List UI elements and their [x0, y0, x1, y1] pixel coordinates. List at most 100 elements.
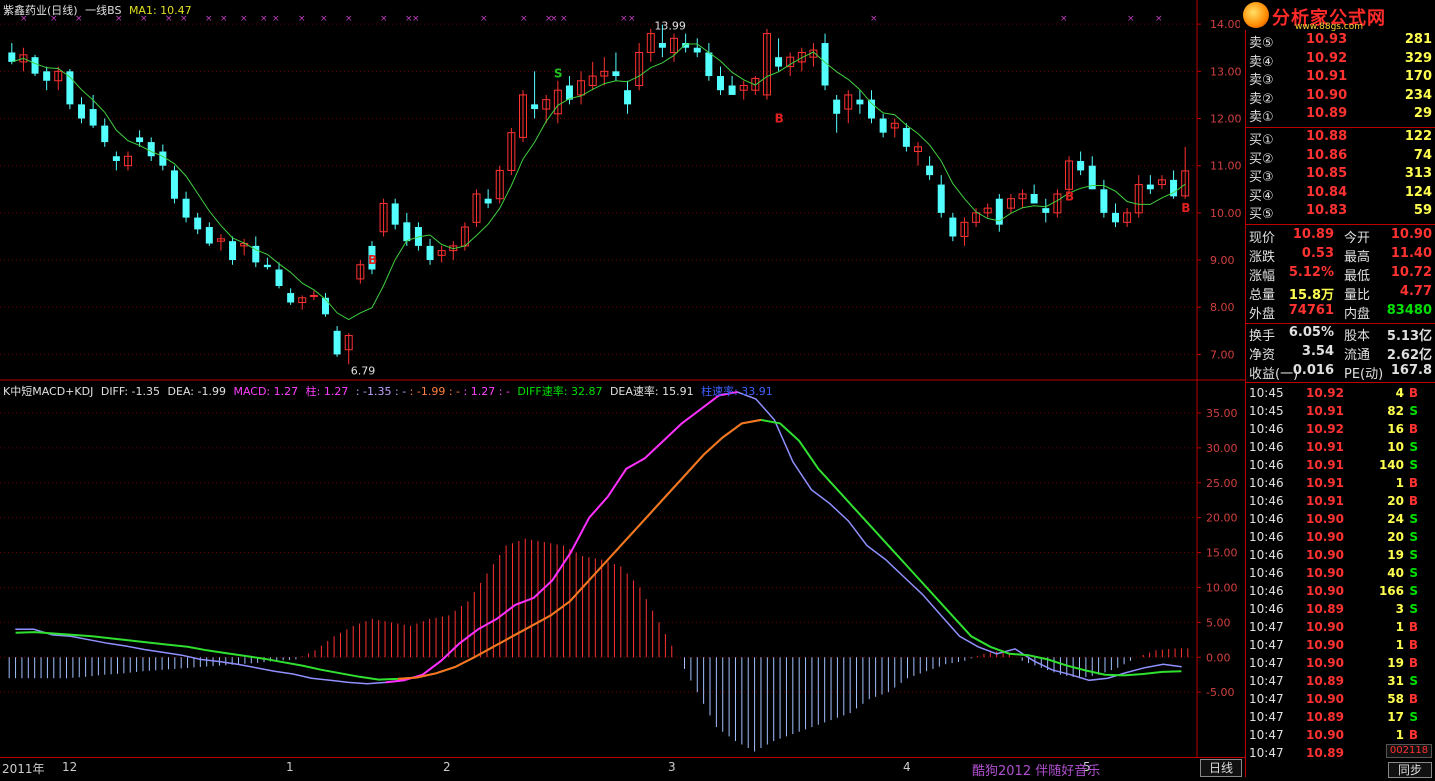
tick-side: B [1408, 476, 1418, 490]
tick-time: 10:46 [1249, 602, 1284, 616]
v1-value: : -1.35 [355, 385, 392, 398]
tick-volume: 31 [1387, 674, 1404, 688]
sell-price: 10.90 [1306, 87, 1348, 103]
macd-axis-label: 0.00 [1206, 651, 1231, 664]
tick-time: 10:46 [1249, 548, 1284, 562]
candle-body [205, 227, 213, 244]
candle-body [728, 85, 736, 95]
tick-row: 10:46 10.91 140 S [1246, 457, 1435, 475]
sell-label: 卖② [1249, 91, 1274, 107]
quote-row: 外盘 74761 内盘 83480 [1246, 303, 1435, 322]
candle-body [229, 241, 237, 261]
sell-label: 卖⑤ [1249, 36, 1274, 51]
event-marker: × [628, 14, 636, 24]
tick-row: 10:47 10.90 1 B [1246, 637, 1435, 655]
tick-time: 10:47 [1249, 692, 1284, 706]
macd-axis-label: 35.00 [1206, 407, 1238, 420]
logo-icon [1243, 2, 1269, 28]
tick-side: B [1408, 422, 1418, 436]
sync-button[interactable]: 同步 [1388, 762, 1432, 778]
buy-row[interactable]: 买⑤ 10.83 59 [1246, 203, 1435, 222]
signal-label: B [368, 253, 377, 267]
tick-time: 10:46 [1249, 476, 1284, 490]
dea-value: DEA: -1.99 [167, 385, 226, 398]
site-logo: 分析家公式网 www.88gs.com [1240, 0, 1435, 32]
sell-volume: 329 [1404, 50, 1432, 66]
quote-label: 最高 [1344, 250, 1371, 265]
macd-indicator-name: K中短MACD+KDJ [3, 385, 94, 398]
quote-label: 最低 [1344, 269, 1371, 284]
event-marker: × [520, 14, 528, 24]
candle-body [287, 293, 295, 303]
high-annotation: 13.99 [654, 20, 686, 33]
quote-label: 今开 [1344, 231, 1371, 246]
candle-body [136, 137, 144, 143]
tick-price: 10.92 [1306, 386, 1344, 400]
v3-value: : -1.99 [409, 385, 446, 398]
event-marker: × [550, 14, 558, 24]
quote-row: 涨幅 5.12% 最低 10.72 [1246, 265, 1435, 284]
event-marker: × [870, 14, 878, 24]
candle-body [624, 90, 632, 105]
sell-price: 10.93 [1306, 32, 1348, 47]
candle-body [484, 198, 492, 204]
macd-legend: K中短MACD+KDJ DIFF: -1.35 DEA: -1.99 MACD:… [3, 383, 777, 399]
tick-time: 10:46 [1249, 566, 1284, 580]
event-marker: × [412, 14, 420, 24]
tick-time: 10:47 [1249, 656, 1284, 670]
tick-row: 10:46 10.91 10 S [1246, 439, 1435, 457]
period-tab-daily[interactable]: 日线 [1200, 759, 1242, 777]
sell-row[interactable]: 卖① 10.89 29 [1246, 106, 1435, 125]
sell-row[interactable]: 卖④ 10.92 329 [1246, 50, 1435, 70]
buy-volume: 124 [1404, 184, 1432, 200]
tick-volume: 82 [1387, 404, 1404, 418]
buy-label: 买① [1249, 133, 1274, 148]
tick-row: 10:47 10.90 58 B [1246, 691, 1435, 709]
sell-price: 10.89 [1306, 106, 1348, 122]
candle-body [833, 99, 841, 114]
candle-body [1077, 160, 1085, 171]
buy-price: 10.88 [1306, 129, 1348, 144]
tick-volume: 10 [1387, 440, 1404, 454]
candle-body [89, 109, 97, 126]
tick-price: 10.89 [1306, 602, 1344, 616]
quote-label: 内盘 [1344, 307, 1371, 322]
tick-id-badge: 002118 [1386, 744, 1432, 758]
candle-body [868, 99, 876, 119]
dea-line [15, 418, 1182, 681]
buy-row[interactable]: 买③ 10.85 313 [1246, 166, 1435, 185]
tick-row: 10:46 10.90 19 S [1246, 547, 1435, 565]
tick-row: 10:46 10.92 16 B [1246, 421, 1435, 439]
candle-body [949, 217, 957, 237]
event-marker: × [220, 14, 228, 24]
macd-value: MACD: 1.27 [233, 385, 299, 398]
price-axis-label: 7.00 [1210, 348, 1235, 361]
event-marker: × [260, 14, 268, 24]
sell-row[interactable]: 卖③ 10.91 170 [1246, 69, 1435, 88]
buy-row[interactable]: 买④ 10.84 124 [1246, 184, 1435, 204]
diff-line [15, 391, 1182, 685]
tick-volume: 20 [1387, 530, 1404, 544]
sell-volume: 281 [1404, 32, 1432, 47]
tick-price: 10.89 [1306, 746, 1344, 760]
date-label-1: 1 [286, 760, 294, 774]
tick-price: 10.92 [1306, 422, 1344, 436]
candle-body [693, 47, 701, 53]
diff-speed: DIFF速率: 32.87 [517, 385, 603, 398]
fund-value: 0.016 [1292, 363, 1334, 378]
tick-side: B [1408, 386, 1418, 400]
candle-body [926, 165, 934, 176]
tick-row: 10:46 10.91 20 B [1246, 493, 1435, 511]
ma1-line [11, 43, 1186, 321]
tick-time: 10:45 [1249, 404, 1284, 418]
buy-row[interactable]: 买② 10.86 74 [1246, 148, 1435, 167]
buy-row[interactable]: 买① 10.88 122 [1246, 129, 1435, 148]
tick-time: 10:47 [1249, 620, 1284, 634]
sell-row[interactable]: 卖② 10.90 234 [1246, 87, 1435, 107]
quote-value: 74761 [1288, 303, 1334, 318]
dea-speed: DEA速率: 15.91 [609, 385, 694, 398]
quote-divider-2 [1246, 323, 1435, 324]
tick-volume: 19 [1387, 548, 1404, 562]
sell-row[interactable]: 卖⑤ 10.93 281 [1246, 32, 1435, 51]
macd-axis-label: 5.00 [1206, 616, 1231, 629]
